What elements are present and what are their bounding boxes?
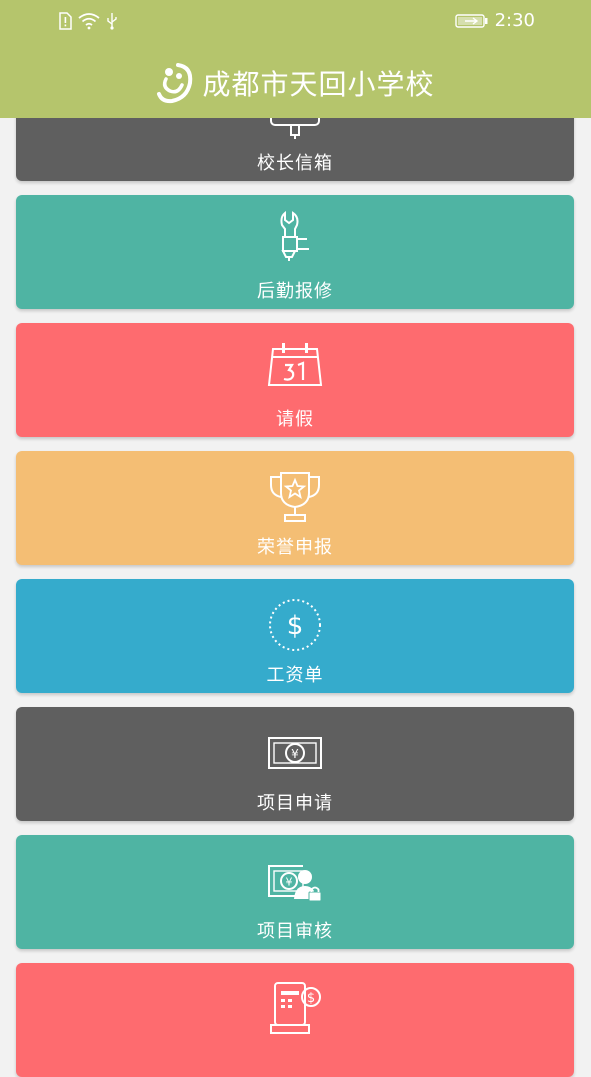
menu-item-logistics-repair[interactable]: 后勤报修: [16, 195, 574, 309]
menu-item-label: 项目审核: [257, 921, 333, 942]
register-dollar-icon: $: [270, 982, 321, 1034]
battery-charging-icon: [454, 13, 488, 28]
menu-item-project-review[interactable]: ¥ 项目审核: [16, 835, 574, 949]
svg-text:$: $: [287, 611, 304, 641]
menu-item-label: 后勤报修: [257, 281, 333, 302]
trophy-icon: [270, 472, 320, 522]
wifi-icon: [78, 13, 100, 30]
menu-item-label: 荣誉申报: [257, 537, 333, 558]
menu-item-project-application[interactable]: ¥ 项目申请: [16, 707, 574, 821]
status-time: 2:30: [494, 10, 535, 31]
calendar-icon: [267, 343, 323, 386]
svg-text:¥: ¥: [286, 876, 293, 889]
menu-item-register[interactable]: $: [16, 963, 574, 1077]
usb-icon: [107, 13, 117, 30]
menu-item-label: 项目申请: [257, 793, 333, 814]
banknote-user-lock-icon: ¥: [268, 865, 322, 902]
menu-item-honor-declaration[interactable]: 荣誉申报: [16, 451, 574, 565]
menu-item-label: 校长信箱: [257, 153, 333, 174]
school-logo-icon: [157, 63, 193, 104]
menu-item-label: 请假: [276, 409, 314, 430]
menu-item-payslip[interactable]: $ 工资单: [16, 579, 574, 693]
title-row: 成都市天回小学校: [0, 58, 591, 108]
page-title: 成都市天回小学校: [202, 68, 435, 101]
status-bar: 2:30: [0, 0, 591, 46]
yen-banknote-icon: ¥: [268, 737, 322, 769]
repair-wrench-icon: [280, 211, 309, 261]
sim-alert-icon: [59, 12, 72, 30]
svg-text:¥: ¥: [291, 747, 299, 761]
menu-item-label: 工资单: [266, 665, 324, 686]
dollar-coin-icon: $: [269, 599, 321, 651]
app-header: 2:30 成都市天回小学校: [0, 0, 591, 118]
status-icons-right: 2:30: [454, 10, 535, 31]
status-icons-left: [58, 12, 118, 30]
svg-text:$: $: [307, 991, 315, 1006]
menu-item-leave-request[interactable]: 请假: [16, 323, 574, 437]
